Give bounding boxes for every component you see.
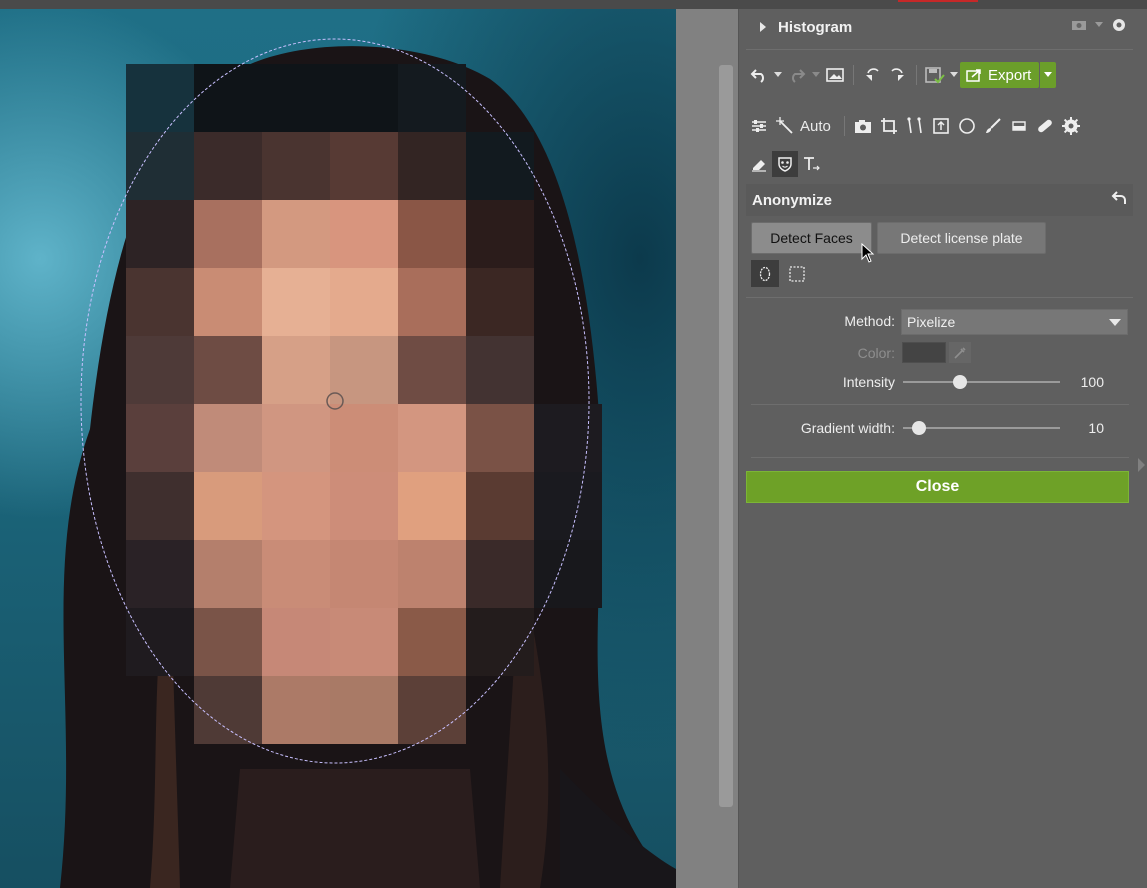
healing-icon[interactable] <box>1032 113 1058 139</box>
panel-collapse-arrow-icon[interactable] <box>1138 458 1145 472</box>
ellipse-center-handle[interactable] <box>326 392 344 410</box>
slider-track <box>903 427 1060 429</box>
divider <box>751 457 1129 458</box>
right-panel <box>738 9 1147 888</box>
toolbar-main: Export <box>746 62 1057 88</box>
detect-license-plate-button[interactable]: Detect license plate <box>877 222 1046 254</box>
share-icon <box>966 69 981 82</box>
anonymize-title: Anonymize <box>752 191 833 209</box>
window-top-bar <box>0 0 1147 9</box>
gradient-icon[interactable] <box>1006 113 1032 139</box>
export-button[interactable]: Export <box>960 62 1040 88</box>
intensity-value[interactable]: 100 <box>1064 374 1104 390</box>
chevron-down-icon <box>1109 319 1121 326</box>
slider-thumb[interactable] <box>911 421 926 435</box>
undo-icon[interactable] <box>746 62 772 88</box>
separator <box>843 116 845 136</box>
divider <box>751 404 1129 405</box>
chevron-down-icon[interactable] <box>1095 22 1103 28</box>
camera-icon[interactable] <box>1071 19 1087 31</box>
crop-icon[interactable] <box>876 113 902 139</box>
slider-track <box>903 381 1060 383</box>
color-label: Color: <box>857 345 895 361</box>
brush-icon[interactable] <box>980 113 1006 139</box>
chevron-down-icon <box>1044 72 1053 77</box>
method-label: Method: <box>844 313 895 329</box>
text-icon[interactable] <box>798 151 824 177</box>
histogram-header[interactable]: Histogram <box>746 12 1133 42</box>
eyedropper-button <box>949 342 971 363</box>
method-select[interactable]: Pixelize <box>901 309 1128 335</box>
tools-row: Auto <box>746 113 1084 139</box>
close-button[interactable]: Close <box>746 471 1129 503</box>
anonymize-header: Anonymize <box>746 184 1133 216</box>
gear-icon[interactable] <box>1111 17 1127 33</box>
ellipse-tool-icon[interactable] <box>954 113 980 139</box>
eyedropper-icon <box>954 346 966 359</box>
save-icon[interactable] <box>922 62 948 88</box>
divider <box>746 297 1133 298</box>
anonymize-mask-icon[interactable] <box>772 151 798 177</box>
redo-dropdown-icon[interactable] <box>810 62 822 88</box>
face-selection-ellipse[interactable] <box>0 9 676 888</box>
magic-wand-icon[interactable] <box>772 113 798 139</box>
save-dropdown-icon[interactable] <box>948 62 960 88</box>
gradient-width-value[interactable]: 10 <box>1064 420 1104 436</box>
gradient-width-slider[interactable] <box>903 420 1060 436</box>
tab-indicator <box>898 0 978 2</box>
rectangle-shape-icon <box>789 265 805 282</box>
canvas-scrollbar-thumb[interactable] <box>719 65 733 807</box>
perspective-icon[interactable] <box>902 113 928 139</box>
rotate-left-icon[interactable] <box>859 62 885 88</box>
color-swatch <box>902 342 946 363</box>
histogram-title: Histogram <box>778 18 853 36</box>
intensity-slider[interactable] <box>903 374 1060 390</box>
adjustments-icon[interactable] <box>746 113 772 139</box>
separator <box>853 65 854 85</box>
divider <box>746 49 1133 50</box>
export-dropdown-button[interactable] <box>1040 62 1057 88</box>
photo-canvas[interactable] <box>0 9 676 888</box>
tools-row-2 <box>746 151 824 177</box>
redo-icon[interactable] <box>784 62 810 88</box>
image-icon[interactable] <box>822 62 848 88</box>
rectangle-shape-button[interactable] <box>785 260 809 287</box>
rotate-right-icon[interactable] <box>885 62 911 88</box>
camera-icon[interactable] <box>850 113 876 139</box>
gear-icon[interactable] <box>1058 113 1084 139</box>
detect-faces-button[interactable]: Detect Faces <box>751 222 872 254</box>
reset-icon[interactable] <box>1111 190 1127 206</box>
ellipse-shape-button[interactable] <box>751 260 779 287</box>
gradient-width-label: Gradient width: <box>800 420 895 436</box>
eraser-icon[interactable] <box>746 151 772 177</box>
auto-label[interactable]: Auto <box>800 118 831 135</box>
export-label: Export <box>988 66 1032 84</box>
transform-icon[interactable] <box>928 113 954 139</box>
undo-dropdown-icon[interactable] <box>772 62 784 88</box>
expand-arrow-icon[interactable] <box>760 22 766 32</box>
intensity-label: Intensity <box>842 374 895 390</box>
ellipse-shape-icon <box>759 266 771 281</box>
method-value: Pixelize <box>907 314 956 330</box>
mouse-cursor-icon <box>861 243 875 263</box>
separator <box>916 65 917 85</box>
slider-thumb[interactable] <box>952 375 967 389</box>
